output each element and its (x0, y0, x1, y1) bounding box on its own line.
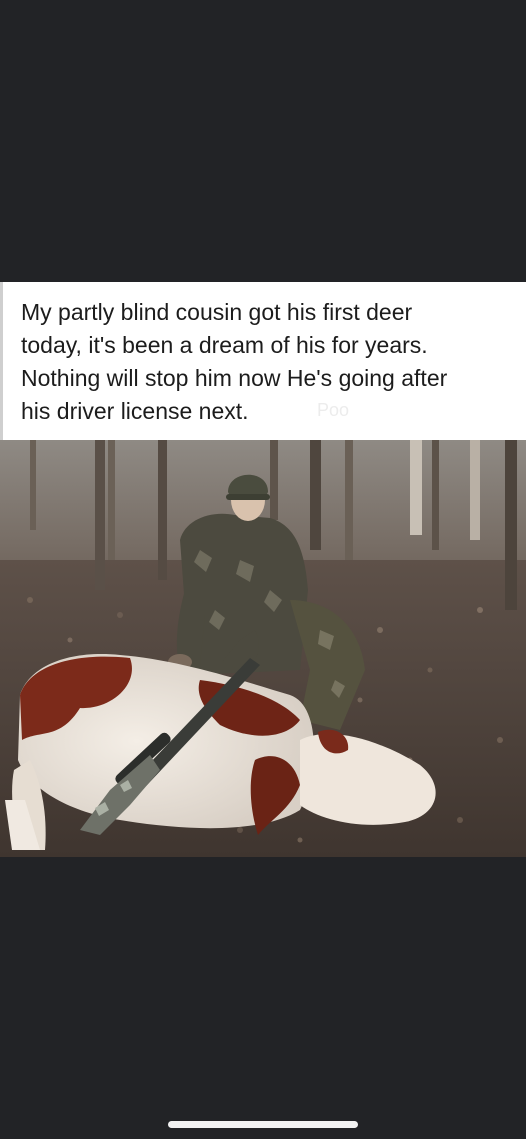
post-image[interactable]: My partly blind cousin got his first dee… (0, 282, 526, 857)
caption-box: My partly blind cousin got his first dee… (0, 282, 526, 440)
home-indicator-bar[interactable] (168, 1121, 358, 1128)
hunting-photo (0, 440, 526, 857)
watermark-text: Poo (317, 400, 350, 420)
caption-text: My partly blind cousin got his first dee… (21, 299, 448, 424)
viewer-screen: My partly blind cousin got his first dee… (0, 0, 526, 1139)
